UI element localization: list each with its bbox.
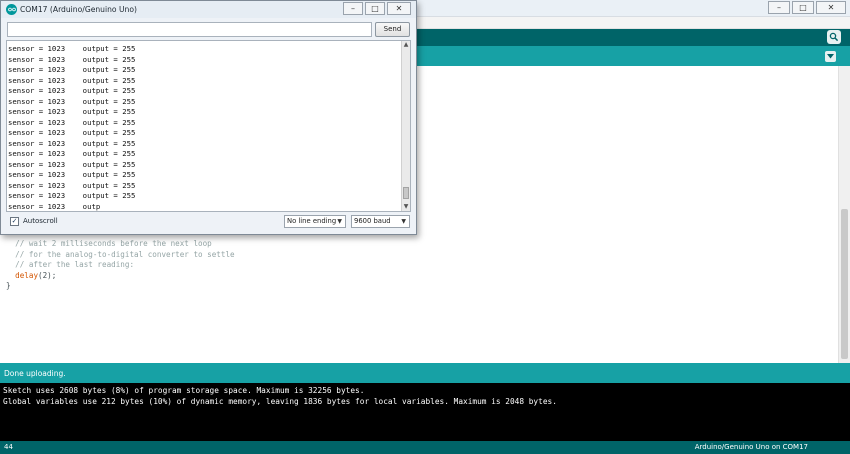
code-line: // for the analog-to-digital converter t… <box>6 249 235 261</box>
serial-output-line: sensor = 1023 output = 255 <box>8 180 136 190</box>
footer-bar: 44 Arduino/Genuino Uno on COM17 <box>0 441 850 454</box>
serial-output-line: sensor = 1023 output = 255 <box>8 86 136 95</box>
dropdown-arrow-icon <box>827 54 834 59</box>
serial-output-line: sensor = 1023 output = 255 <box>8 107 136 116</box>
serial-monitor-title: COM17 (Arduino/Genuino Uno) <box>20 5 137 14</box>
code-line: delay(2); <box>6 271 235 282</box>
dropdown-arrow-icon: ▼ <box>401 218 406 225</box>
serial-output-line: sensor = 1023 output = 255 <box>8 54 136 64</box>
send-row: Send <box>7 22 410 37</box>
code-token: // after the last reading: <box>6 260 135 269</box>
code-line: // wait 2 milliseconds before the next l… <box>6 239 235 250</box>
editor-scroll-thumb[interactable] <box>841 209 848 359</box>
console-line: Global variables use 212 bytes (10%) of … <box>3 397 557 406</box>
scroll-down-icon[interactable]: ▼ <box>402 203 410 211</box>
serial-monitor-minimize-button[interactable]: – <box>343 2 363 15</box>
status-text: Done uploading. <box>4 369 66 378</box>
serial-monitor-window-controls: – □ ✕ <box>343 2 413 16</box>
serial-monitor-title-bar: COM17 (Arduino/Genuino Uno) – □ ✕ <box>1 1 416 18</box>
code-token: // wait 2 milliseconds before the next l… <box>6 239 212 248</box>
serial-output-line: sensor = 1023 outp <box>8 201 101 211</box>
arduino-logo-icon <box>6 4 17 15</box>
serial-output-line: sensor = 1023 output = 255 <box>8 75 136 85</box>
tab-menu-button[interactable] <box>825 51 836 62</box>
serial-output-line: sensor = 1023 output = 255 <box>8 159 136 169</box>
code-line: } <box>6 281 235 292</box>
serial-output-line: sensor = 1023 output = 255 <box>8 117 136 127</box>
status-bar: Done uploading. <box>0 363 850 383</box>
line-ending-select[interactable]: No line ending ▼ <box>284 215 346 228</box>
ide-window-controls: – □ ✕ <box>768 1 848 15</box>
serial-monitor-close-button[interactable]: ✕ <box>387 2 411 15</box>
code-line: // after the last reading: <box>6 260 235 271</box>
editor-scrollbar[interactable] <box>838 66 850 363</box>
checkbox-check-icon: ✓ <box>11 217 18 225</box>
send-button[interactable]: Send <box>375 22 410 37</box>
serial-output-scroll-thumb[interactable] <box>403 187 409 199</box>
serial-output-area[interactable]: sensor = 1023 output = 255 sensor = 1023 … <box>6 40 411 212</box>
console-line: Sketch uses 2608 bytes (8%) of program s… <box>3 386 365 395</box>
baud-rate-select[interactable]: 9600 baud ▼ <box>351 215 410 228</box>
autoscroll-checkbox[interactable]: ✓ <box>10 217 19 226</box>
serial-output-line: sensor = 1023 output = 255 <box>8 149 136 158</box>
serial-output-line: sensor = 1023 output = 255 <box>8 191 136 200</box>
serial-output-lines: sensor = 1023 output = 255 sensor = 1023 … <box>8 44 136 211</box>
code-token: // for the analog-to-digital converter t… <box>6 249 235 259</box>
ide-minimize-button[interactable]: – <box>768 1 790 14</box>
serial-monitor-window: COM17 (Arduino/Genuino Uno) – □ ✕ Send s… <box>0 0 417 235</box>
code-token: (2); <box>38 270 57 280</box>
ide-close-button[interactable]: ✕ <box>816 1 846 14</box>
serial-monitor-options: ✓ Autoscroll No line ending ▼ 9600 baud … <box>6 213 411 231</box>
scroll-up-icon[interactable]: ▲ <box>402 41 410 49</box>
serial-send-input[interactable] <box>7 22 372 37</box>
board-port-label: Arduino/Genuino Uno on COM17 <box>694 443 808 451</box>
serial-output-line: sensor = 1023 output = 255 <box>8 170 136 179</box>
autoscroll-label: Autoscroll <box>23 217 58 225</box>
serial-monitor-maximize-button[interactable]: □ <box>365 2 385 15</box>
serial-output-scrollbar[interactable]: ▲ ▼ <box>401 41 410 211</box>
serial-output-line: sensor = 1023 output = 255 <box>8 128 136 137</box>
code-token: delay <box>15 270 39 280</box>
serial-monitor-icon <box>829 32 839 42</box>
console-output: Sketch uses 2608 bytes (8%) of program s… <box>0 383 850 441</box>
line-number: 44 <box>4 443 13 451</box>
serial-output-line: sensor = 1023 output = 255 <box>8 138 136 148</box>
serial-output-line: sensor = 1023 output = 255 <box>8 65 136 74</box>
baud-rate-value: 9600 baud <box>354 217 391 225</box>
serial-monitor-button[interactable] <box>827 30 841 44</box>
line-ending-value: No line ending <box>287 217 337 225</box>
dropdown-arrow-icon: ▼ <box>337 218 342 225</box>
code-token: } <box>6 281 11 290</box>
serial-output-line: sensor = 1023 output = 255 <box>8 96 136 106</box>
ide-maximize-button[interactable]: □ <box>792 1 814 14</box>
serial-output-line: sensor = 1023 output = 255 <box>8 44 136 53</box>
